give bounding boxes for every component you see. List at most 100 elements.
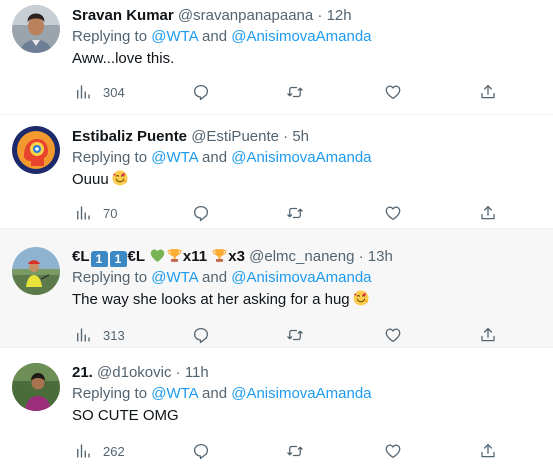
replying-to: Replying to @WTA and @AnisimovaAmanda — [72, 383, 543, 405]
retweet-button[interactable] — [286, 82, 304, 102]
retweet-button[interactable] — [286, 325, 304, 345]
analytics-count: 70 — [103, 205, 118, 221]
display-name[interactable]: Estibaliz Puente — [72, 128, 187, 145]
tweet-d1okovic[interactable]: 21. @d1okovic · 11h Replying to @WTA and… — [0, 348, 553, 476]
tweet-actions: 304 — [72, 82, 512, 102]
share-button[interactable] — [479, 325, 497, 345]
tweet-sravan[interactable]: Sravan Kumar @sravanpanapaana · 12h Repl… — [0, 0, 553, 115]
tweet-header: Sravan Kumar @sravanpanapaana · 12h — [72, 5, 543, 26]
timestamp[interactable]: 5h — [292, 128, 309, 145]
tweet-content: €L 1 1 €L x11 x3 @elmc_naneng · 13h Replyin… — [72, 246, 543, 311]
avatar[interactable] — [12, 5, 60, 53]
tweet-text-body: Ouuu — [72, 171, 109, 188]
like-button[interactable] — [384, 325, 402, 345]
tweet-content: 21. @d1okovic · 11h Replying to @WTA and… — [72, 362, 543, 427]
speech-bubble-icon — [192, 83, 210, 101]
separator-dot: · — [283, 128, 289, 145]
share-button[interactable] — [479, 441, 497, 461]
bar-chart-icon — [74, 204, 92, 222]
analytics-button[interactable]: 313 — [74, 325, 125, 345]
like-button[interactable] — [384, 82, 402, 102]
speech-bubble-icon — [192, 204, 210, 222]
tweet-text-body: The way she looks at her asking for a hu… — [72, 291, 350, 308]
separator-dot: · — [358, 248, 364, 265]
display-name[interactable]: 21. — [72, 364, 93, 381]
share-button[interactable] — [479, 82, 497, 102]
timestamp[interactable]: 13h — [368, 248, 393, 265]
tweet-header: 21. @d1okovic · 11h — [72, 362, 543, 383]
mention-wta[interactable]: @WTA — [151, 269, 198, 286]
tweet-content: Sravan Kumar @sravanpanapaana · 12h Repl… — [72, 5, 543, 70]
share-icon — [479, 83, 497, 101]
heart-icon — [384, 442, 402, 460]
mention-wta[interactable]: @WTA — [151, 149, 198, 166]
tweet-text: The way she looks at her asking for a hu… — [72, 289, 543, 311]
avatar-photo-icon — [12, 363, 60, 411]
replying-and: and — [197, 28, 232, 45]
mention-anisimova[interactable]: @AnisimovaAmanda — [231, 269, 371, 286]
speech-bubble-icon — [192, 442, 210, 460]
mention-wta[interactable]: @WTA — [151, 385, 198, 402]
reply-feed: Sravan Kumar @sravanpanapaana · 12h Repl… — [0, 0, 553, 476]
replying-label: Replying to — [72, 269, 152, 286]
mention-anisimova[interactable]: @AnisimovaAmanda — [231, 28, 371, 45]
mention-wta[interactable]: @WTA — [151, 28, 198, 45]
avatar-illustration-icon — [12, 126, 60, 174]
tweet-header: €L 1 1 €L x11 x3 @elmc_naneng · 13h — [72, 246, 543, 267]
analytics-button[interactable]: 70 — [74, 203, 117, 223]
user-handle[interactable]: @d1okovic — [97, 364, 171, 381]
replying-to: Replying to @WTA and @AnisimovaAmanda — [72, 147, 543, 169]
replying-to: Replying to @WTA and @AnisimovaAmanda — [72, 26, 543, 48]
retweet-icon — [286, 442, 304, 460]
retweet-icon — [286, 83, 304, 101]
replying-label: Replying to — [72, 385, 152, 402]
like-button[interactable] — [384, 203, 402, 223]
tweet-actions: 313 — [72, 325, 512, 345]
reply-button[interactable] — [192, 325, 210, 345]
user-handle[interactable]: @elmc_naneng — [249, 248, 354, 265]
replying-label: Replying to — [72, 149, 152, 166]
user-handle[interactable]: @sravanpanapaana — [178, 7, 313, 24]
display-name[interactable]: Sravan Kumar — [72, 7, 174, 24]
share-icon — [479, 204, 497, 222]
reply-button[interactable] — [192, 441, 210, 461]
retweet-button[interactable] — [286, 203, 304, 223]
avatar[interactable] — [12, 126, 60, 174]
analytics-button[interactable]: 262 — [74, 441, 125, 461]
avatar[interactable] — [12, 247, 60, 295]
tweet-content: Estibaliz Puente @EstiPuente · 5h Replyi… — [72, 126, 543, 191]
avatar-photo-icon — [12, 247, 60, 295]
timestamp[interactable]: 12h — [327, 7, 352, 24]
tweet-elmc[interactable]: €L 1 1 €L x11 x3 @elmc_naneng · 13h Replyin… — [0, 229, 553, 348]
display-name[interactable]: €L 1 1 €L x11 x3 — [72, 247, 245, 267]
share-button[interactable] — [479, 203, 497, 223]
analytics-button[interactable]: 304 — [74, 82, 125, 102]
timestamp[interactable]: 11h — [185, 364, 209, 381]
separator-dot: · — [175, 364, 181, 381]
retweet-icon — [286, 204, 304, 222]
heart-icon — [384, 326, 402, 344]
retweet-icon — [286, 326, 304, 344]
replying-and: and — [197, 269, 232, 286]
mention-anisimova[interactable]: @AnisimovaAmanda — [231, 149, 371, 166]
mention-anisimova[interactable]: @AnisimovaAmanda — [231, 385, 371, 402]
analytics-count: 313 — [103, 327, 125, 343]
tweet-text: Ouuu — [72, 169, 543, 191]
name-part-1: €L — [72, 248, 90, 265]
like-button[interactable] — [384, 441, 402, 461]
share-icon — [479, 442, 497, 460]
trophy-icon — [166, 247, 183, 264]
replying-and: and — [197, 385, 232, 402]
avatar[interactable] — [12, 363, 60, 411]
keycap-one-badge: 1 — [90, 251, 108, 267]
green-heart-icon — [149, 247, 166, 264]
analytics-count: 262 — [103, 443, 125, 459]
reply-button[interactable] — [192, 203, 210, 223]
user-handle[interactable]: @EstiPuente — [191, 128, 279, 145]
trophy-icon — [211, 247, 228, 264]
replying-and: and — [197, 149, 232, 166]
tweet-estibaliz[interactable]: Estibaliz Puente @EstiPuente · 5h Replyi… — [0, 115, 553, 229]
tweet-actions: 262 — [72, 441, 512, 461]
reply-button[interactable] — [192, 82, 210, 102]
retweet-button[interactable] — [286, 441, 304, 461]
